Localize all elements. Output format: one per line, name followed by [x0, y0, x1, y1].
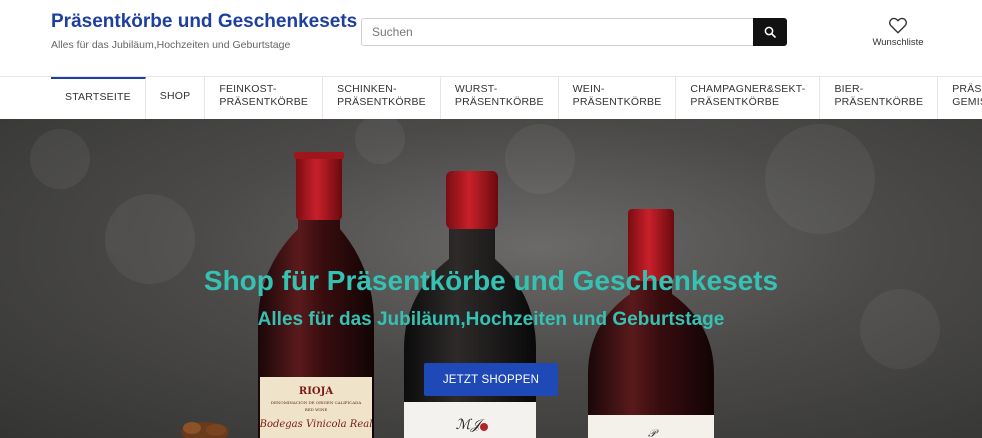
rioja-label: RIOJA [299, 386, 333, 397]
hero-title: Shop für Präsentkörbe und Geschenkesets [203, 265, 779, 296]
nav-item-champagner-sekt[interactable]: CHAMPAGNER&SEKT- PRÄSENTKÖRBE [676, 77, 821, 119]
rioja-type: RED WINE [305, 407, 328, 412]
hero-banner: RIOJA DENOMINACION DE ORIGEN CALIFICADA … [0, 119, 982, 438]
nav-item-label-line1: CHAMPAGNER&SEKT- [690, 83, 806, 95]
wishlist-link[interactable]: Wunschliste [866, 16, 930, 50]
rioja-winery: Bodegas Vinicola Real [259, 419, 373, 430]
site-tagline: Alles für das Jubiläum,Hochzeiten und Ge… [51, 39, 291, 51]
site-title[interactable]: Präsentkörbe und Geschenkesets [51, 11, 357, 33]
nav-item-label-line1: BIER- [834, 83, 864, 95]
wishlist-label: Wunschliste [872, 37, 924, 48]
nav-item-label-line1: FEINKOST- [219, 83, 277, 95]
nav-item-schinken[interactable]: SCHINKEN- PRÄSENTKÖRBE [323, 77, 441, 119]
search-icon [764, 26, 776, 38]
nav-list: STARTSEITE SHOP FEINKOST- PRÄSENTKÖRBE S… [51, 77, 982, 119]
nav-item-label: STARTSEITE [65, 91, 131, 103]
nav-item-wein[interactable]: WEIN- PRÄSENTKÖRBE [559, 77, 677, 119]
nav-item-label-line2: PRÄSENTKÖRBE [219, 96, 309, 108]
dried-fruit [181, 422, 229, 438]
nav-item-shop[interactable]: SHOP [146, 77, 206, 119]
main-navigation: STARTSEITE SHOP FEINKOST- PRÄSENTKÖRBE S… [0, 76, 982, 119]
nav-item-label-line1: PRÄSENTKÖRBE [952, 83, 982, 95]
search-button[interactable] [753, 18, 787, 46]
nav-item-startseite[interactable]: STARTSEITE [51, 77, 146, 119]
rioja-denomination: DENOMINACION DE ORIGEN CALIFICADA [271, 400, 362, 405]
nav-item-bier[interactable]: BIER- PRÄSENTKÖRBE [820, 77, 939, 119]
nav-item-label-line2: PRÄSENTKÖRBE [572, 96, 662, 108]
nav-item-label-line2: PRÄSENTKÖRBE [454, 96, 544, 108]
nav-item-label-line1: SCHINKEN- [337, 83, 397, 95]
site-header: Präsentkörbe und Geschenkesets Alles für… [0, 0, 982, 76]
hero-subtitle: Alles für das Jubiläum,Hochzeiten und Ge… [257, 309, 725, 330]
nav-item-label-line2: GEMISCHT [952, 96, 982, 108]
nav-item-gemischt[interactable]: PRÄSENTKÖRBE GEMISCHT [938, 77, 982, 119]
search-input[interactable] [361, 18, 754, 46]
nav-item-label-line2: PRÄSENTKÖRBE [690, 96, 780, 108]
nav-item-label-line1: WEIN- [572, 83, 605, 95]
nav-item-label: SHOP [159, 90, 191, 102]
nav-item-label-line2: PRÄSENTKÖRBE [834, 96, 924, 108]
shop-now-button[interactable]: JETZT SHOPPEN [424, 363, 558, 396]
nav-item-label-line1: WURST- [454, 83, 498, 95]
nav-item-wurst[interactable]: WURST- PRÄSENTKÖRBE [441, 77, 559, 119]
nav-item-feinkost[interactable]: FEINKOST- PRÄSENTKÖRBE [205, 77, 324, 119]
search-form [361, 18, 787, 46]
bottle-center: ℳ𝒥 [404, 171, 536, 438]
nav-item-label-line2: PRÄSENTKÖRBE [337, 96, 426, 108]
heart-icon [889, 17, 907, 34]
